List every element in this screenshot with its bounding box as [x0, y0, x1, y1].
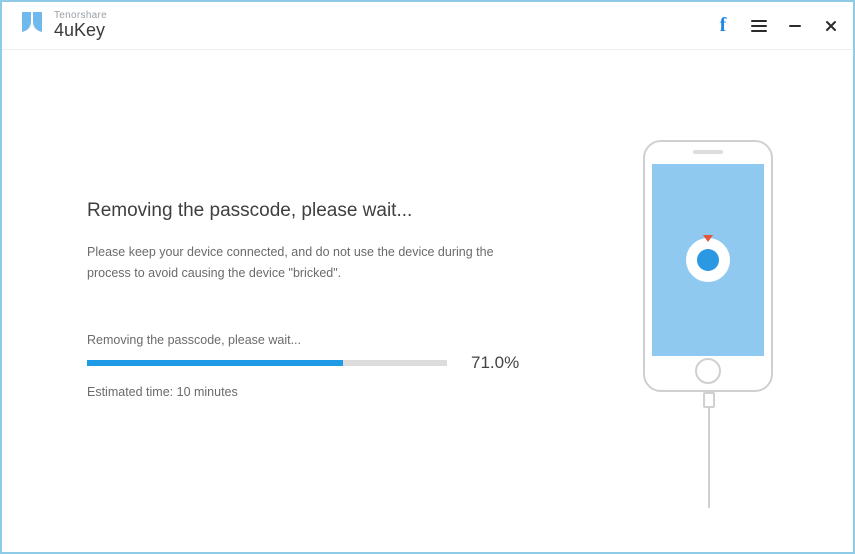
minimize-button[interactable] — [785, 16, 805, 36]
device-illustration — [583, 50, 853, 552]
progress-bar — [87, 360, 447, 366]
window-controls: f — [713, 16, 841, 36]
brand-logo-icon — [20, 10, 44, 41]
brand: Tenorshare 4uKey — [20, 10, 107, 41]
facebook-icon[interactable]: f — [713, 16, 733, 36]
progress-row: 71.0% — [87, 353, 543, 373]
brand-product: 4uKey — [54, 21, 107, 41]
phone-screen — [652, 164, 764, 356]
phone-icon — [643, 140, 773, 392]
progress-percent: 71.0% — [471, 353, 519, 373]
progress-panel: Removing the passcode, please wait... Pl… — [2, 50, 583, 552]
notice-text: Please keep your device connected, and d… — [87, 242, 497, 285]
menu-icon[interactable] — [749, 16, 769, 36]
status-label: Removing the passcode, please wait... — [87, 333, 543, 347]
content: Removing the passcode, please wait... Pl… — [2, 50, 853, 552]
cable-icon — [706, 392, 712, 512]
eta-text: Estimated time: 10 minutes — [87, 385, 543, 399]
progress-fill — [87, 360, 343, 366]
headline: Removing the passcode, please wait... — [87, 200, 543, 222]
compass-icon — [686, 238, 730, 282]
titlebar: Tenorshare 4uKey f — [2, 2, 853, 50]
app-window: Tenorshare 4uKey f Removing the passcode… — [0, 0, 855, 554]
close-button[interactable] — [821, 16, 841, 36]
